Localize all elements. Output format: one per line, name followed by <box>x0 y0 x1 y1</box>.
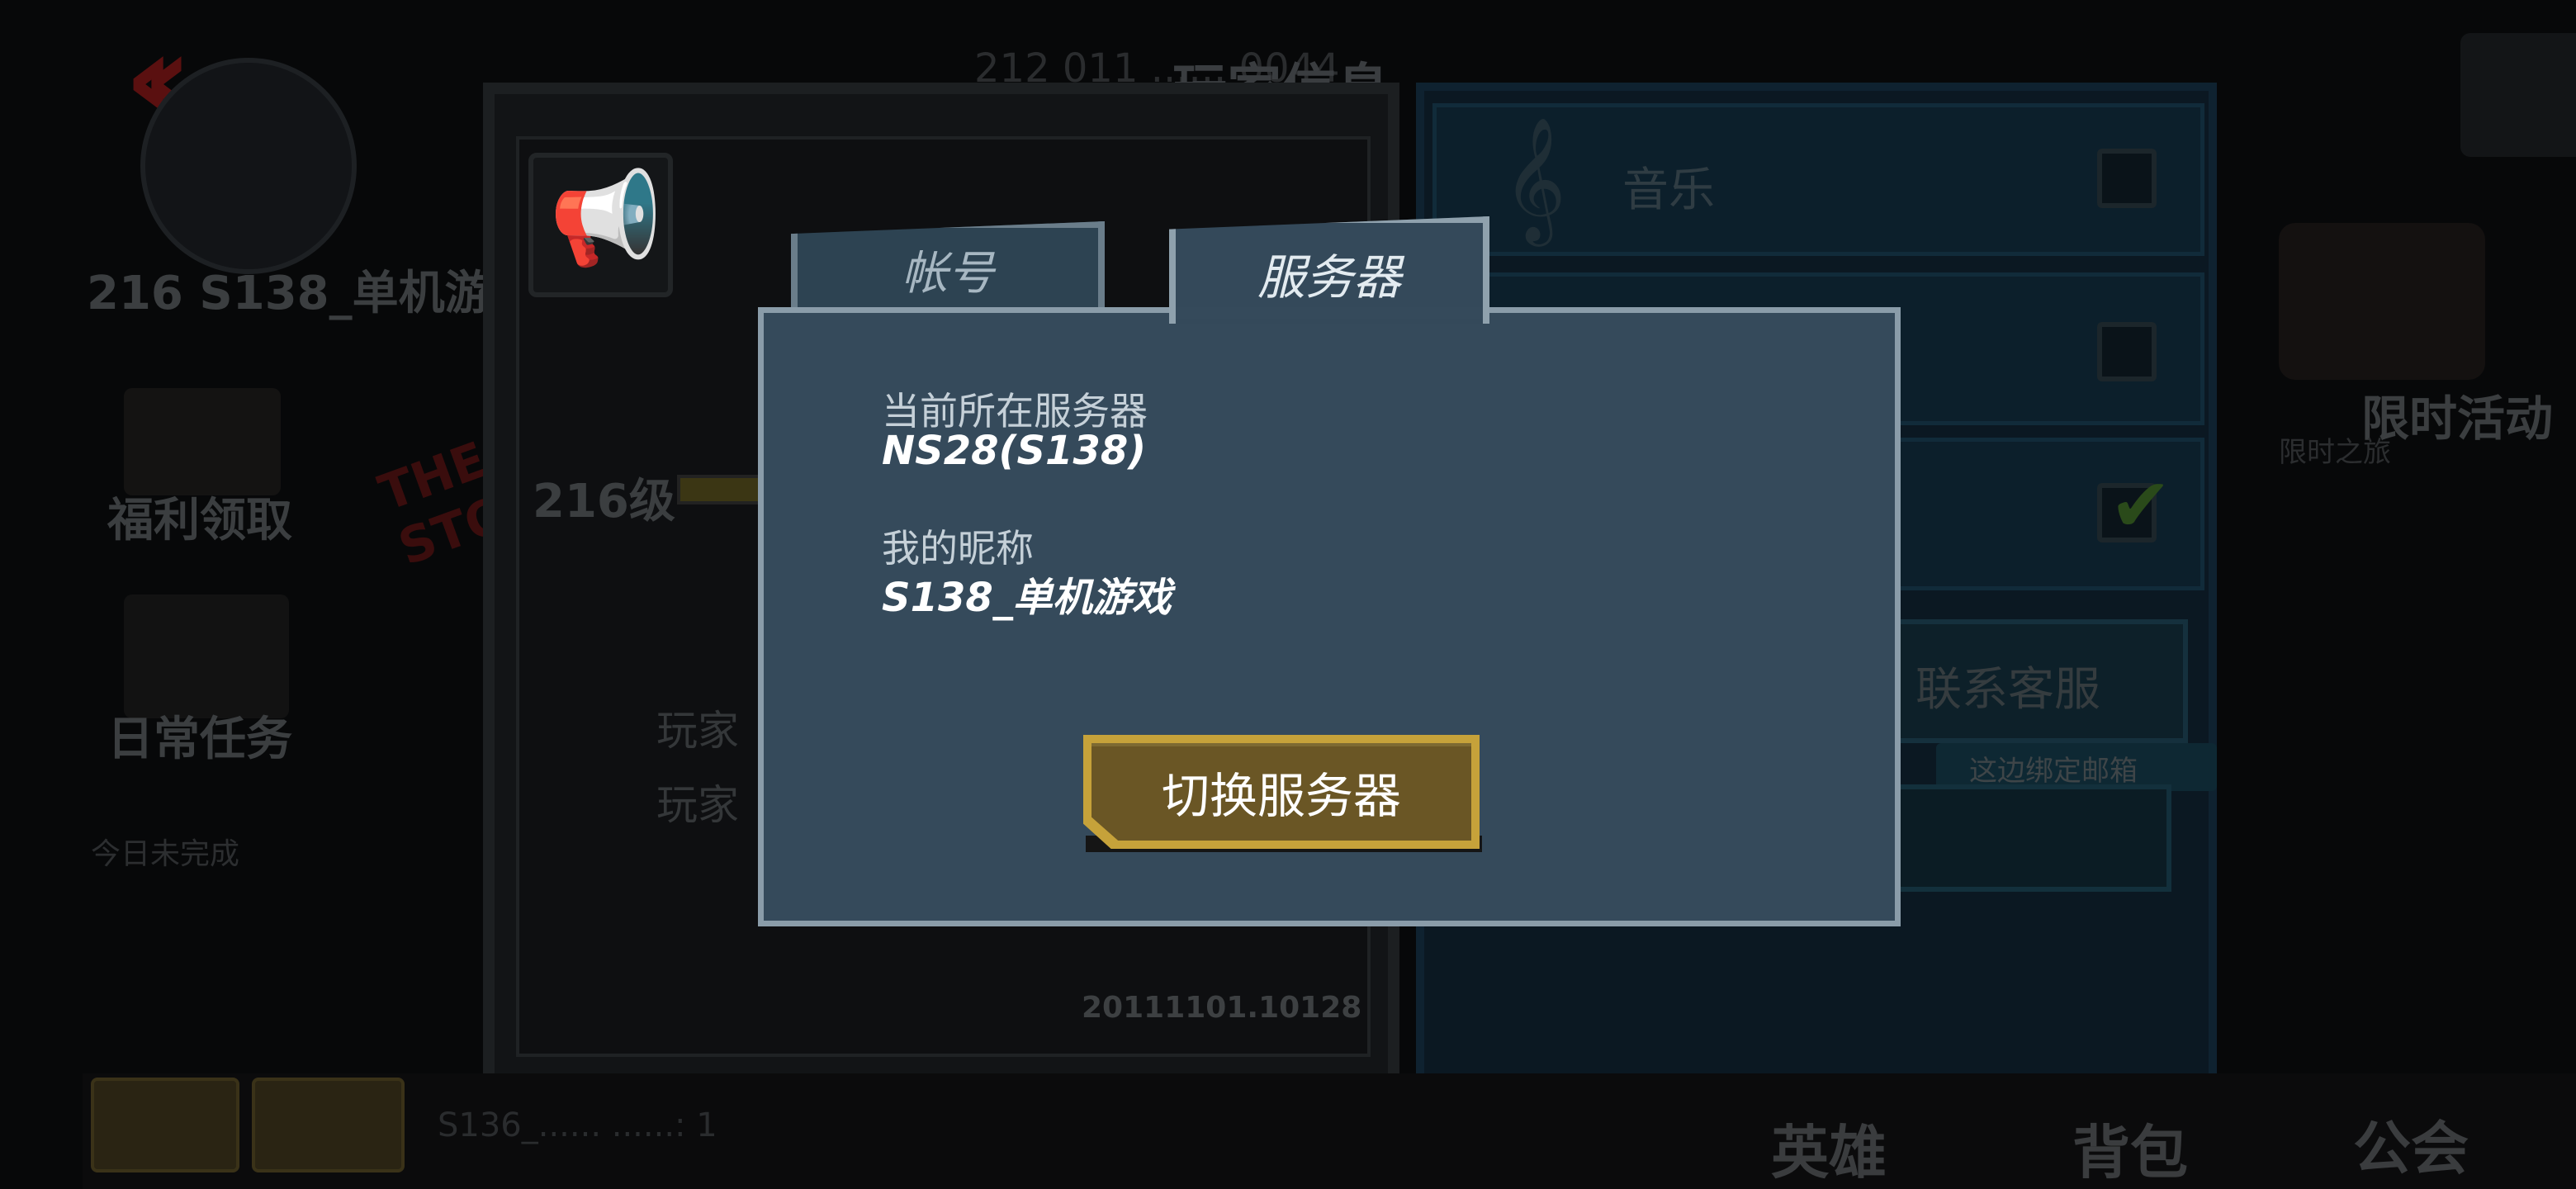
limited-event-sub-label: 限时之旅 <box>2279 436 2391 469</box>
player-info-row: 玩家 <box>656 781 739 829</box>
settings-button[interactable] <box>1858 784 2171 892</box>
bind-email-tooltip-text: 这边绑定邮箱 <box>1969 755 2138 788</box>
daily-task-label[interactable]: 日常任务 <box>107 702 292 769</box>
megaphone-icon: 📢 <box>549 165 662 271</box>
welfare-icon[interactable] <box>124 388 281 495</box>
player-info-row: 玩家 <box>656 707 739 755</box>
checkmark-icon: ✔ <box>2110 462 2172 549</box>
version-label: 20111101.10128 <box>1082 991 1362 1025</box>
daily-task-icon[interactable] <box>124 594 289 718</box>
nav-hero[interactable]: 英雄 <box>1771 1106 1887 1189</box>
left-small-text: 今日未完成 <box>91 837 240 871</box>
treble-clef-icon: 𝄞 <box>1503 116 1566 241</box>
music-checkbox[interactable] <box>2097 149 2157 208</box>
welfare-label[interactable]: 福利领取 <box>107 483 292 550</box>
mail-icon[interactable] <box>252 1078 405 1172</box>
friends-icon[interactable] <box>91 1078 239 1172</box>
player-name: 216 S138_单机游戏 <box>87 267 537 320</box>
contact-support-label: 联系客服 <box>1915 663 2100 717</box>
music-label: 音乐 <box>1622 163 1715 217</box>
exp-bar <box>677 475 768 504</box>
nav-guild[interactable]: 公会 <box>2353 1102 2469 1186</box>
avatar[interactable] <box>140 58 357 274</box>
nickname-value: S138_单机游戏 <box>882 575 1172 621</box>
level-label: 216级 <box>533 475 675 528</box>
tab-account[interactable]: 帐号 <box>791 221 1105 310</box>
side-menu-tab[interactable] <box>2460 33 2576 157</box>
limited-event-icon[interactable] <box>2279 223 2485 380</box>
chat-ticker[interactable]: S136_...... ......: 1 <box>438 1106 717 1144</box>
tab-joint <box>1176 307 1483 319</box>
game-screen: ‹‹ 216 S138_单机游戏 福利领取 日常任务 今日未完成 THE STO … <box>0 0 2576 1189</box>
setting-checkbox[interactable] <box>2097 322 2157 381</box>
nav-bag[interactable]: 背包 <box>2072 1106 2188 1189</box>
switch-server-button[interactable]: 切换服务器 <box>1091 743 1471 841</box>
current-server-value: NS28(S138) <box>882 428 1147 474</box>
